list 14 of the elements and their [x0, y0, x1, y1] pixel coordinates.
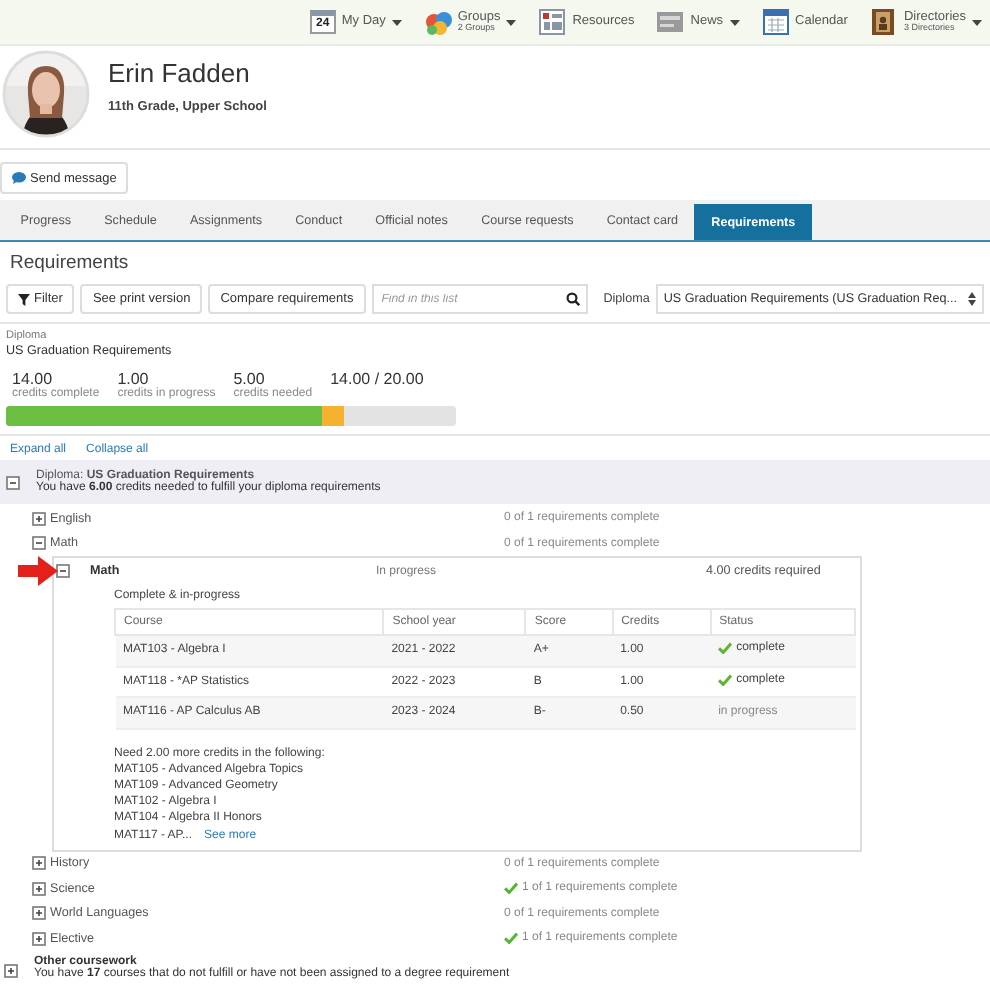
- stat-value: 5.00: [233, 370, 265, 388]
- funnel-icon: [18, 293, 30, 305]
- stat-value: 14.00: [12, 370, 53, 388]
- calendar-icon: [761, 8, 790, 36]
- speech-bubble-icon: [12, 172, 26, 184]
- search-icon: [565, 292, 580, 306]
- stat-value: 14.00 / 20.00: [330, 370, 424, 388]
- updown-caret-icon: [968, 292, 976, 306]
- arrow-icon: [18, 556, 58, 586]
- page-title: Requirements: [8, 250, 131, 278]
- newspaper-icon: [656, 8, 685, 36]
- student-name: Erin Fadden: [108, 58, 252, 88]
- grid-icon: [538, 8, 567, 36]
- stat-value: 1.00: [117, 370, 149, 388]
